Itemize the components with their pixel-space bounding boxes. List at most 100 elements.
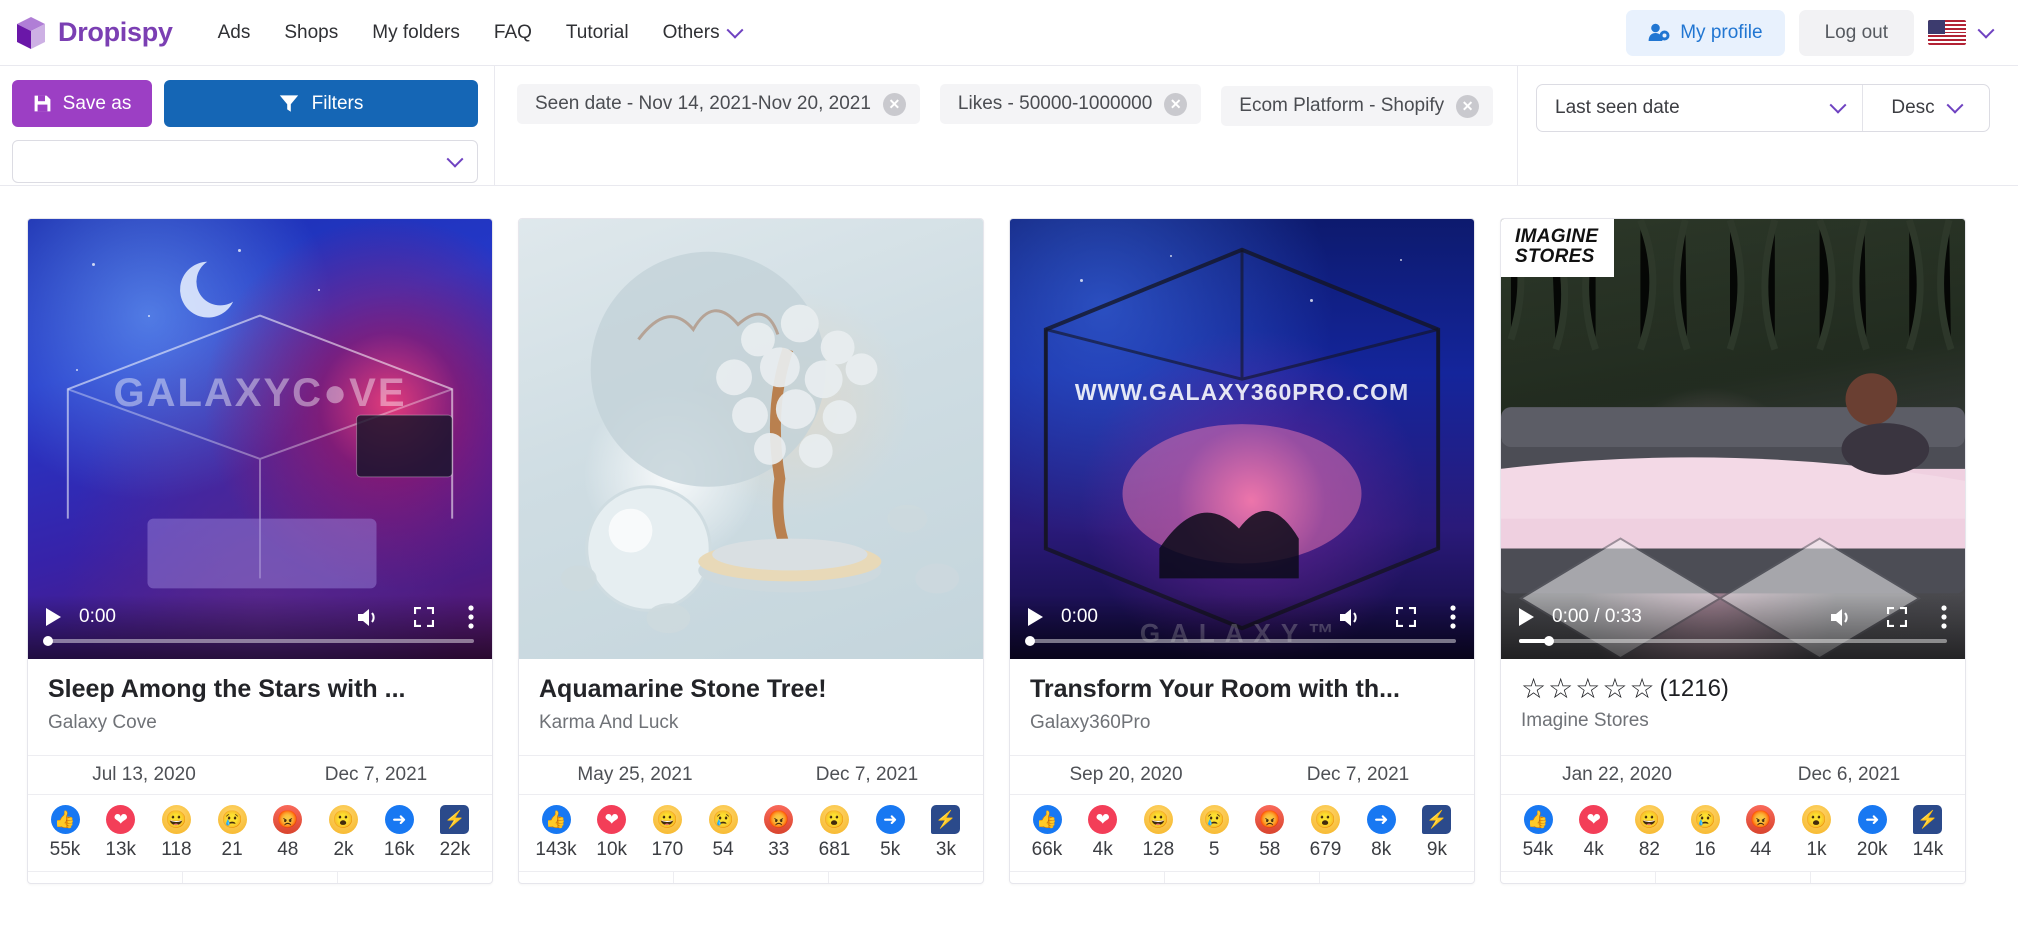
ad-media[interactable]: WWW.GALAXY360PRO.COM GALAXY™ 0:00 xyxy=(1010,219,1474,659)
reaction-like: 👍 143k xyxy=(533,805,579,861)
ad-title[interactable]: Aquamarine Stone Tree! xyxy=(539,675,963,705)
filter-chip-likes: Likes - 50000-1000000 ✕ xyxy=(939,84,1202,124)
ad-reactions: 👍 55k ❤ 13k 😀 118 😢 21 😡 48 😮 2k ➜ 16k ⚡ 22k xyxy=(28,795,492,871)
brand-logo[interactable]: Dropispy xyxy=(14,15,173,51)
logout-button[interactable]: Log out xyxy=(1798,9,1914,56)
nav-link-others[interactable]: Others xyxy=(646,14,758,52)
language-chevron-down-icon[interactable] xyxy=(1977,21,1995,39)
ad-dates: Sep 20, 2020 Dec 7, 2021 xyxy=(1010,755,1474,795)
star-icon: ☆ xyxy=(1602,673,1628,704)
nav-right-actions: My profile Log out xyxy=(1626,9,1995,56)
volume-icon[interactable] xyxy=(1338,607,1362,628)
ad-thumbnail-image xyxy=(1010,219,1474,659)
wow-face-icon: 😮 xyxy=(329,805,359,834)
chip-remove-icon[interactable]: ✕ xyxy=(1164,92,1188,116)
ad-body: ☆ ☆ ☆ ☆ ☆ (1216) Imagine Stores xyxy=(1501,659,1965,755)
ad-card[interactable]: WWW.GALAXY360PRO.COM GALAXY™ 0:00 xyxy=(1009,218,1475,884)
fullscreen-icon[interactable] xyxy=(414,607,434,627)
volume-icon[interactable] xyxy=(356,607,380,628)
video-more-options-icon[interactable] xyxy=(1450,605,1456,629)
ad-card[interactable]: GALAXYC●VE 0:00 Sleep Among the Stars wi… xyxy=(27,218,493,884)
filter-chip-ecom-platform: Ecom Platform - Shopify ✕ xyxy=(1221,86,1494,126)
volume-icon[interactable] xyxy=(1829,607,1853,628)
saved-filter-preset-select[interactable] xyxy=(12,140,478,183)
ad-card[interactable]: IMAGINE STORES 0:00 / 0:33 ☆ ☆ ☆ ☆ ☆ (12… xyxy=(1500,218,1966,884)
sort-control-group: Last seen date Desc xyxy=(1536,84,1990,132)
filter-chip-seen-date: Seen date - Nov 14, 2021-Nov 20, 2021 ✕ xyxy=(517,84,920,124)
chip-remove-icon[interactable]: ✕ xyxy=(1456,94,1480,118)
video-progress-bar[interactable] xyxy=(1519,636,1947,646)
sad-face-icon: 😢 xyxy=(708,805,738,834)
chip-label: Ecom Platform - Shopify xyxy=(1239,95,1445,116)
nav-link-ads[interactable]: Ads xyxy=(201,14,268,52)
filters-button[interactable]: Filters xyxy=(164,80,478,127)
reaction-message: ⚡ 14k xyxy=(1905,805,1951,861)
reaction-value: 14k xyxy=(1912,839,1944,860)
reaction-angry: 😡 44 xyxy=(1738,805,1784,861)
ad-media[interactable]: IMAGINE STORES 0:00 / 0:33 xyxy=(1501,219,1965,659)
ad-footer-strip xyxy=(1501,871,1965,883)
nav-link-shops[interactable]: Shops xyxy=(267,14,355,52)
reaction-like: 👍 54k xyxy=(1515,805,1561,861)
messenger-icon: ⚡ xyxy=(1422,805,1452,834)
ad-watermark-text: GALAXYC●VE xyxy=(113,371,407,415)
ad-shop-name[interactable]: Imagine Stores xyxy=(1521,710,1945,732)
my-profile-button[interactable]: My profile xyxy=(1626,9,1785,56)
chip-remove-icon[interactable]: ✕ xyxy=(882,92,906,116)
nav-link-faq[interactable]: FAQ xyxy=(477,14,549,52)
reaction-like: 👍 55k xyxy=(42,805,88,861)
star-icon: ☆ xyxy=(1575,673,1601,704)
nav-link-my-folders[interactable]: My folders xyxy=(355,14,477,52)
ad-media[interactable]: GALAXYC●VE 0:00 xyxy=(28,219,492,659)
video-progress-bar[interactable] xyxy=(43,636,474,646)
sort-field-value: Last seen date xyxy=(1555,97,1680,118)
reaction-angry: 😡 48 xyxy=(265,805,311,861)
save-as-button[interactable]: Save as xyxy=(12,80,152,127)
ad-body: Transform Your Room with th... Galaxy360… xyxy=(1010,659,1474,755)
heart-icon: ❤ xyxy=(1088,805,1118,834)
heart-icon: ❤ xyxy=(1579,805,1609,834)
reaction-value: 5 xyxy=(1208,839,1220,860)
filters-label: Filters xyxy=(311,92,364,114)
chip-label: Seen date - Nov 14, 2021-Nov 20, 2021 xyxy=(535,93,871,114)
sort-direction-select[interactable]: Desc xyxy=(1863,85,1989,131)
reaction-value: 5k xyxy=(880,839,901,860)
us-flag-icon[interactable] xyxy=(1928,20,1966,45)
ad-card[interactable]: Aquamarine Stone Tree! Karma And Luck Ma… xyxy=(518,218,984,884)
reaction-love: ❤ 10k xyxy=(589,805,635,861)
ad-title[interactable]: Sleep Among the Stars with ... xyxy=(48,675,472,705)
fullscreen-icon[interactable] xyxy=(1887,607,1907,627)
reaction-sad: 😢 21 xyxy=(209,805,255,861)
reaction-message: ⚡ 22k xyxy=(432,805,478,861)
share-arrow-icon: ➜ xyxy=(384,805,414,834)
ad-media[interactable] xyxy=(519,219,983,659)
fullscreen-icon[interactable] xyxy=(1396,607,1416,627)
play-icon[interactable] xyxy=(1028,608,1043,626)
video-more-options-icon[interactable] xyxy=(1941,605,1947,629)
reaction-angry: 😡 33 xyxy=(756,805,802,861)
video-time: 0:00 xyxy=(79,606,116,627)
thumbs-up-icon: 👍 xyxy=(1032,805,1062,834)
messenger-icon: ⚡ xyxy=(931,805,961,834)
ad-shop-name[interactable]: Galaxy Cove xyxy=(48,712,472,734)
reaction-sad: 😢 16 xyxy=(1682,805,1728,861)
nav-link-tutorial[interactable]: Tutorial xyxy=(549,14,646,52)
top-navbar: Dropispy Ads Shops My folders FAQ Tutori… xyxy=(0,0,2018,66)
video-progress-bar[interactable] xyxy=(1025,636,1456,646)
reaction-value: 10k xyxy=(596,839,628,860)
reaction-value: 82 xyxy=(1638,839,1660,860)
ad-title[interactable]: Transform Your Room with th... xyxy=(1030,675,1454,705)
sort-field-select[interactable]: Last seen date xyxy=(1537,85,1863,131)
ad-footer-strip xyxy=(28,871,492,883)
share-arrow-icon: ➜ xyxy=(1857,805,1887,834)
ad-shop-name[interactable]: Karma And Luck xyxy=(539,712,963,734)
play-icon[interactable] xyxy=(46,608,61,626)
reaction-value: 13k xyxy=(105,839,137,860)
reaction-value: 9k xyxy=(1426,839,1447,860)
ad-reactions: 👍 66k ❤ 4k 😀 128 😢 5 😡 58 😮 679 ➜ 8k ⚡ 9k xyxy=(1010,795,1474,871)
video-controls: 0:00 xyxy=(1010,595,1474,659)
play-icon[interactable] xyxy=(1519,608,1534,626)
ad-shop-name[interactable]: Galaxy360Pro xyxy=(1030,712,1454,734)
video-more-options-icon[interactable] xyxy=(468,605,474,629)
thumbs-up-icon: 👍 xyxy=(1523,805,1553,834)
